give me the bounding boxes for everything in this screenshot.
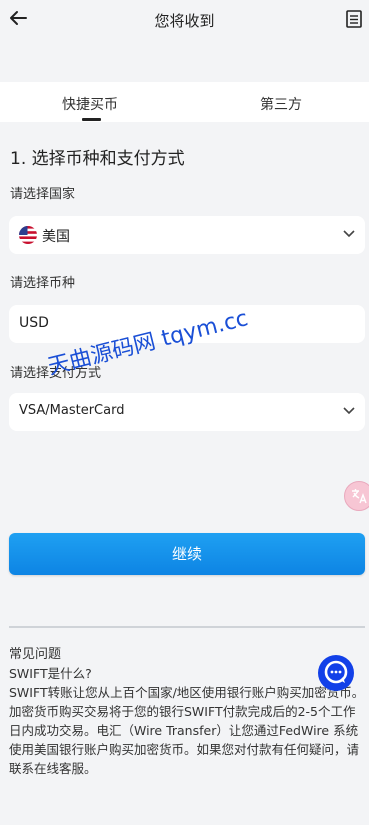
payment-select[interactable]: VSA/MasterCard <box>9 393 365 431</box>
chat-icon[interactable] <box>318 655 354 691</box>
currency-value: USD <box>19 315 49 331</box>
country-select[interactable]: 美国 <box>9 216 365 254</box>
active-tab-indicator <box>82 118 101 121</box>
currency-label: 请选择币种 <box>10 276 76 291</box>
translate-icon[interactable] <box>344 481 369 511</box>
chevron-down-icon <box>343 230 355 238</box>
country-value: 美国 <box>42 229 70 245</box>
us-flag-icon <box>19 226 37 244</box>
faq-section: 常见问题 SWIFT是什么? SWIFT转账让您从上百个国家/地区使用银行账户购… <box>9 645 365 778</box>
continue-button[interactable]: 继续 <box>9 533 365 575</box>
tab-third-party[interactable]: 第三方 <box>260 94 302 114</box>
header: 您将收到 <box>0 0 369 40</box>
document-icon[interactable] <box>345 9 363 29</box>
divider <box>9 626 365 628</box>
payment-value: VSA/MasterCard <box>19 403 125 418</box>
country-label: 请选择国家 <box>10 187 76 202</box>
chevron-down-icon <box>343 407 355 415</box>
faq-question: SWIFT是什么? <box>9 666 92 681</box>
tab-bar: 快捷买币 第三方 <box>0 82 369 122</box>
tab-quick-buy[interactable]: 快捷买币 <box>62 94 118 114</box>
section-title: 1. 选择币种和支付方式 <box>10 149 185 169</box>
faq-title: 常见问题 <box>9 647 62 662</box>
faq-answer: SWIFT转账让您从上百个国家/地区使用银行账户购买加密货币。加密货币购买交易将… <box>9 685 365 776</box>
page-title: 您将收到 <box>154 12 215 30</box>
